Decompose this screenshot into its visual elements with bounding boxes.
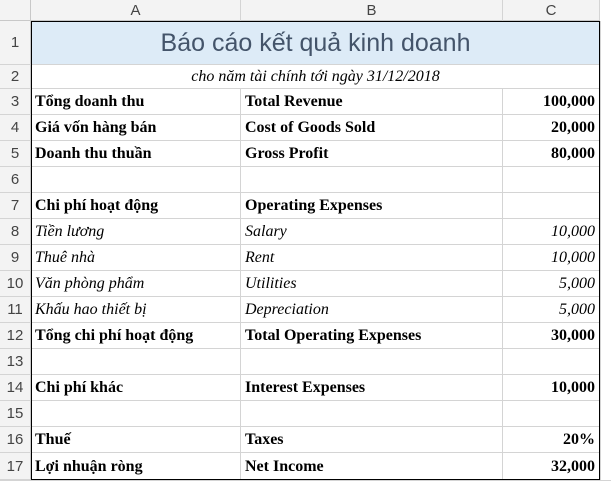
- cell-c3[interactable]: 100,000: [503, 89, 600, 115]
- row-header[interactable]: 2: [0, 65, 31, 89]
- cell-c15[interactable]: [503, 401, 600, 427]
- row-header[interactable]: 12: [0, 323, 31, 349]
- cell-c11[interactable]: 5,000: [503, 297, 600, 323]
- cell-a10[interactable]: Văn phòng phẩm: [31, 271, 241, 297]
- cell-a5[interactable]: Doanh thu thuần: [31, 141, 241, 167]
- cell-c9[interactable]: 10,000: [503, 245, 600, 271]
- row-header[interactable]: 8: [0, 219, 31, 245]
- cell-c5[interactable]: 80,000: [503, 141, 600, 167]
- cell-b12[interactable]: Total Operating Expenses: [241, 323, 503, 349]
- cell-c12[interactable]: 30,000: [503, 323, 600, 349]
- row-header[interactable]: 6: [0, 167, 31, 193]
- cell-c4[interactable]: 20,000: [503, 115, 600, 141]
- row-header[interactable]: 16: [0, 427, 31, 453]
- cell-a4[interactable]: Giá vốn hàng bán: [31, 115, 241, 141]
- cell-b5[interactable]: Gross Profit: [241, 141, 503, 167]
- cell-c16[interactable]: 20%: [503, 427, 600, 453]
- report-subtitle[interactable]: cho năm tài chính tới ngày 31/12/2018: [31, 65, 600, 89]
- cell-a12[interactable]: Tổng chi phí hoạt động: [31, 323, 241, 349]
- cell-b6[interactable]: [241, 167, 503, 193]
- column-header-a[interactable]: A: [31, 0, 241, 21]
- cell-c6[interactable]: [503, 167, 600, 193]
- cell-b4[interactable]: Cost of Goods Sold: [241, 115, 503, 141]
- spreadsheet-grid: A B C 1 2 3 4 5 6 7 8 9 10 11 12 13 14 1…: [0, 0, 611, 487]
- row-header[interactable]: 10: [0, 271, 31, 297]
- cell-a16[interactable]: Thuế: [31, 427, 241, 453]
- cell-b3[interactable]: Total Revenue: [241, 89, 503, 115]
- cell-c10[interactable]: 5,000: [503, 271, 600, 297]
- cell-a17[interactable]: Lợi nhuận ròng: [31, 453, 241, 480]
- cell-b7[interactable]: Operating Expenses: [241, 193, 503, 219]
- cell-a14[interactable]: Chi phí khác: [31, 375, 241, 401]
- cell-b13[interactable]: [241, 349, 503, 375]
- select-all-corner[interactable]: [0, 0, 31, 21]
- cell-b15[interactable]: [241, 401, 503, 427]
- column-header-b[interactable]: B: [241, 0, 503, 21]
- row-header[interactable]: 4: [0, 115, 31, 141]
- cell-c17[interactable]: 32,000: [503, 453, 600, 480]
- row-header[interactable]: 5: [0, 141, 31, 167]
- row-header[interactable]: 7: [0, 193, 31, 219]
- cell-c13[interactable]: [503, 349, 600, 375]
- column-header-c[interactable]: C: [503, 0, 600, 21]
- cell-a15[interactable]: [31, 401, 241, 427]
- cell-b11[interactable]: Depreciation: [241, 297, 503, 323]
- cell-b17[interactable]: Net Income: [241, 453, 503, 480]
- cell-a3[interactable]: Tổng doanh thu: [31, 89, 241, 115]
- cell-a13[interactable]: [31, 349, 241, 375]
- cell-c7[interactable]: [503, 193, 600, 219]
- cell-b9[interactable]: Rent: [241, 245, 503, 271]
- row-header[interactable]: 11: [0, 297, 31, 323]
- row-header[interactable]: 14: [0, 375, 31, 401]
- row-header[interactable]: 17: [0, 453, 31, 480]
- cell-c8[interactable]: 10,000: [503, 219, 600, 245]
- cell-c14[interactable]: 10,000: [503, 375, 600, 401]
- cell-a8[interactable]: Tiền lương: [31, 219, 241, 245]
- cell-a11[interactable]: Khấu hao thiết bị: [31, 297, 241, 323]
- row-header[interactable]: 13: [0, 349, 31, 375]
- row-header[interactable]: 3: [0, 89, 31, 115]
- row-18-edge: [0, 480, 611, 487]
- cell-b14[interactable]: Interest Expenses: [241, 375, 503, 401]
- row-header[interactable]: 9: [0, 245, 31, 271]
- row-header[interactable]: 1: [0, 21, 31, 65]
- row-header[interactable]: 15: [0, 401, 31, 427]
- cell-a9[interactable]: Thuê nhà: [31, 245, 241, 271]
- cell-b8[interactable]: Salary: [241, 219, 503, 245]
- cell-b10[interactable]: Utilities: [241, 271, 503, 297]
- column-d-edge: [600, 21, 611, 487]
- cell-a6[interactable]: [31, 167, 241, 193]
- report-title[interactable]: Báo cáo kết quả kinh doanh: [31, 21, 600, 65]
- cell-b16[interactable]: Taxes: [241, 427, 503, 453]
- cell-a7[interactable]: Chi phí hoạt động: [31, 193, 241, 219]
